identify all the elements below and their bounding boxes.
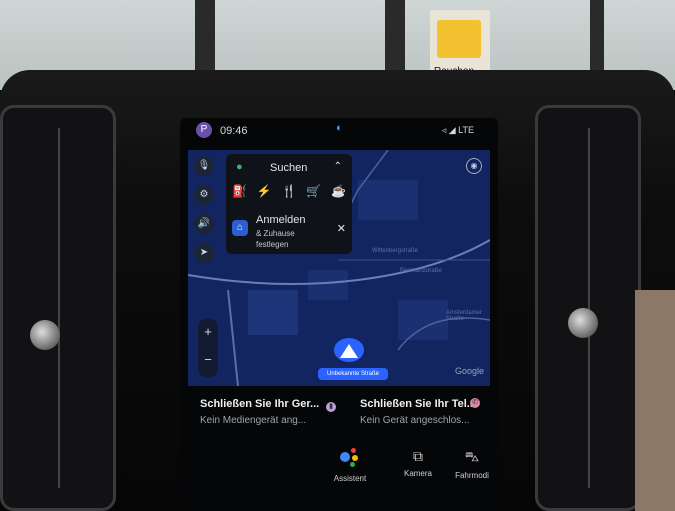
media-card-2[interactable]: Schließen Sie Ihr Tel... Kein Gerät ange… — [360, 398, 476, 426]
signin-prompt[interactable]: ⌂ Anmelden & Zuhause festlegen ✕ — [232, 214, 346, 250]
close-icon[interactable]: ✕ — [337, 222, 346, 235]
media-card-1[interactable]: Schließen Sie Ihr Ger... Kein Mediengerä… — [200, 398, 319, 426]
seat — [635, 290, 675, 511]
street-label: Amsterdamer Straße — [446, 310, 483, 322]
search-bar[interactable]: ● Suchen ⌃ — [230, 158, 348, 178]
zoom-controls: + − — [198, 318, 218, 378]
street-label: Wittenbergstraße — [372, 248, 419, 254]
signin-subtitle: & Zuhause festlegen — [256, 229, 295, 249]
cafe-icon[interactable]: ☕ — [331, 184, 346, 198]
account-icon[interactable]: ◉ — [466, 158, 482, 174]
gas-station-icon[interactable]: ⛽ — [232, 184, 247, 198]
camera-icon: ⧉ — [413, 448, 423, 464]
volume-icon[interactable]: 🔊 — [194, 214, 214, 234]
restaurant-icon[interactable]: 🍴 — [282, 184, 297, 198]
infotainment-screen: P 09:46 ◐ ◃ ◢ LTE Wittenbergstraße Bernh… — [180, 118, 498, 511]
signin-title: Anmelden — [256, 214, 306, 226]
camera-button[interactable]: ⧉ Kamera — [398, 448, 438, 478]
navigation-map[interactable]: Wittenbergstraße Bernhardstraße Amsterda… — [188, 150, 490, 386]
drive-mode-button[interactable]: ⛍ Fahrmodi — [450, 448, 494, 480]
location-badge: Unbekannte Straße — [318, 368, 388, 380]
shopping-cart-icon[interactable]: 🛒 — [306, 184, 321, 198]
chevron-up-icon[interactable]: ⌃ — [334, 161, 342, 172]
signal-indicator: ◃ ◢ LTE — [441, 125, 474, 135]
search-card: ● Suchen ⌃ ⛽ ⚡ 🍴 🛒 ☕ ⌂ Anmelden & Zuhaus… — [226, 154, 352, 254]
assistant-button[interactable]: Assistent — [330, 448, 370, 483]
zoom-out-button[interactable]: − — [198, 346, 218, 374]
media-title: Schließen Sie Ihr Ger... — [200, 398, 320, 410]
status-bar: P 09:46 ◐ ◃ ◢ LTE — [180, 118, 498, 144]
connection-icon: ◐ — [336, 122, 343, 134]
sign-pictogram — [437, 20, 481, 58]
media-source-icon: ▮ — [326, 402, 336, 412]
media-title: Schließen Sie Ihr Tel... — [360, 398, 476, 410]
search-label: Suchen — [270, 162, 308, 174]
charging-icon[interactable]: ⚡ — [257, 184, 272, 198]
assistant-label: Assistent — [333, 474, 367, 483]
google-attribution: Google — [454, 366, 484, 376]
maps-pin-icon: ● — [236, 161, 243, 173]
camera-label: Kamera — [403, 469, 432, 478]
settings-icon[interactable]: ⚙ — [194, 185, 214, 205]
media-subtitle: Kein Gerät angeschlos... — [360, 415, 470, 426]
category-shortcuts: ⛽ ⚡ 🍴 🛒 ☕ — [232, 184, 346, 198]
mic-icon[interactable]: 🎙 — [194, 156, 214, 176]
street-label: Bernhardstraße — [400, 268, 442, 274]
profile-avatar[interactable]: P — [196, 122, 212, 138]
home-icon: ⌂ — [232, 220, 248, 236]
right-vent-knob — [568, 308, 598, 338]
car-dashboard-scene: Rauchen P 09:46 ◐ ◃ ◢ LTE — [0, 0, 675, 511]
phone-icon: ✆ — [470, 398, 480, 408]
media-subtitle: Kein Mediengerät ang... — [200, 415, 307, 426]
left-vent-knob — [30, 320, 60, 350]
zoom-in-button[interactable]: + — [198, 318, 218, 346]
compass-icon[interactable]: ➤ — [194, 243, 214, 263]
drive-mode-label: Fahrmodi — [455, 471, 489, 480]
assistant-icon — [340, 448, 360, 468]
map-side-rail: 🎙 ⚙ 🔊 ➤ — [194, 156, 216, 272]
clock: 09:46 — [220, 125, 248, 137]
left-air-vent — [0, 105, 116, 511]
car-icon: ⛍ — [464, 448, 480, 464]
navigation-arrow-icon — [340, 344, 358, 358]
